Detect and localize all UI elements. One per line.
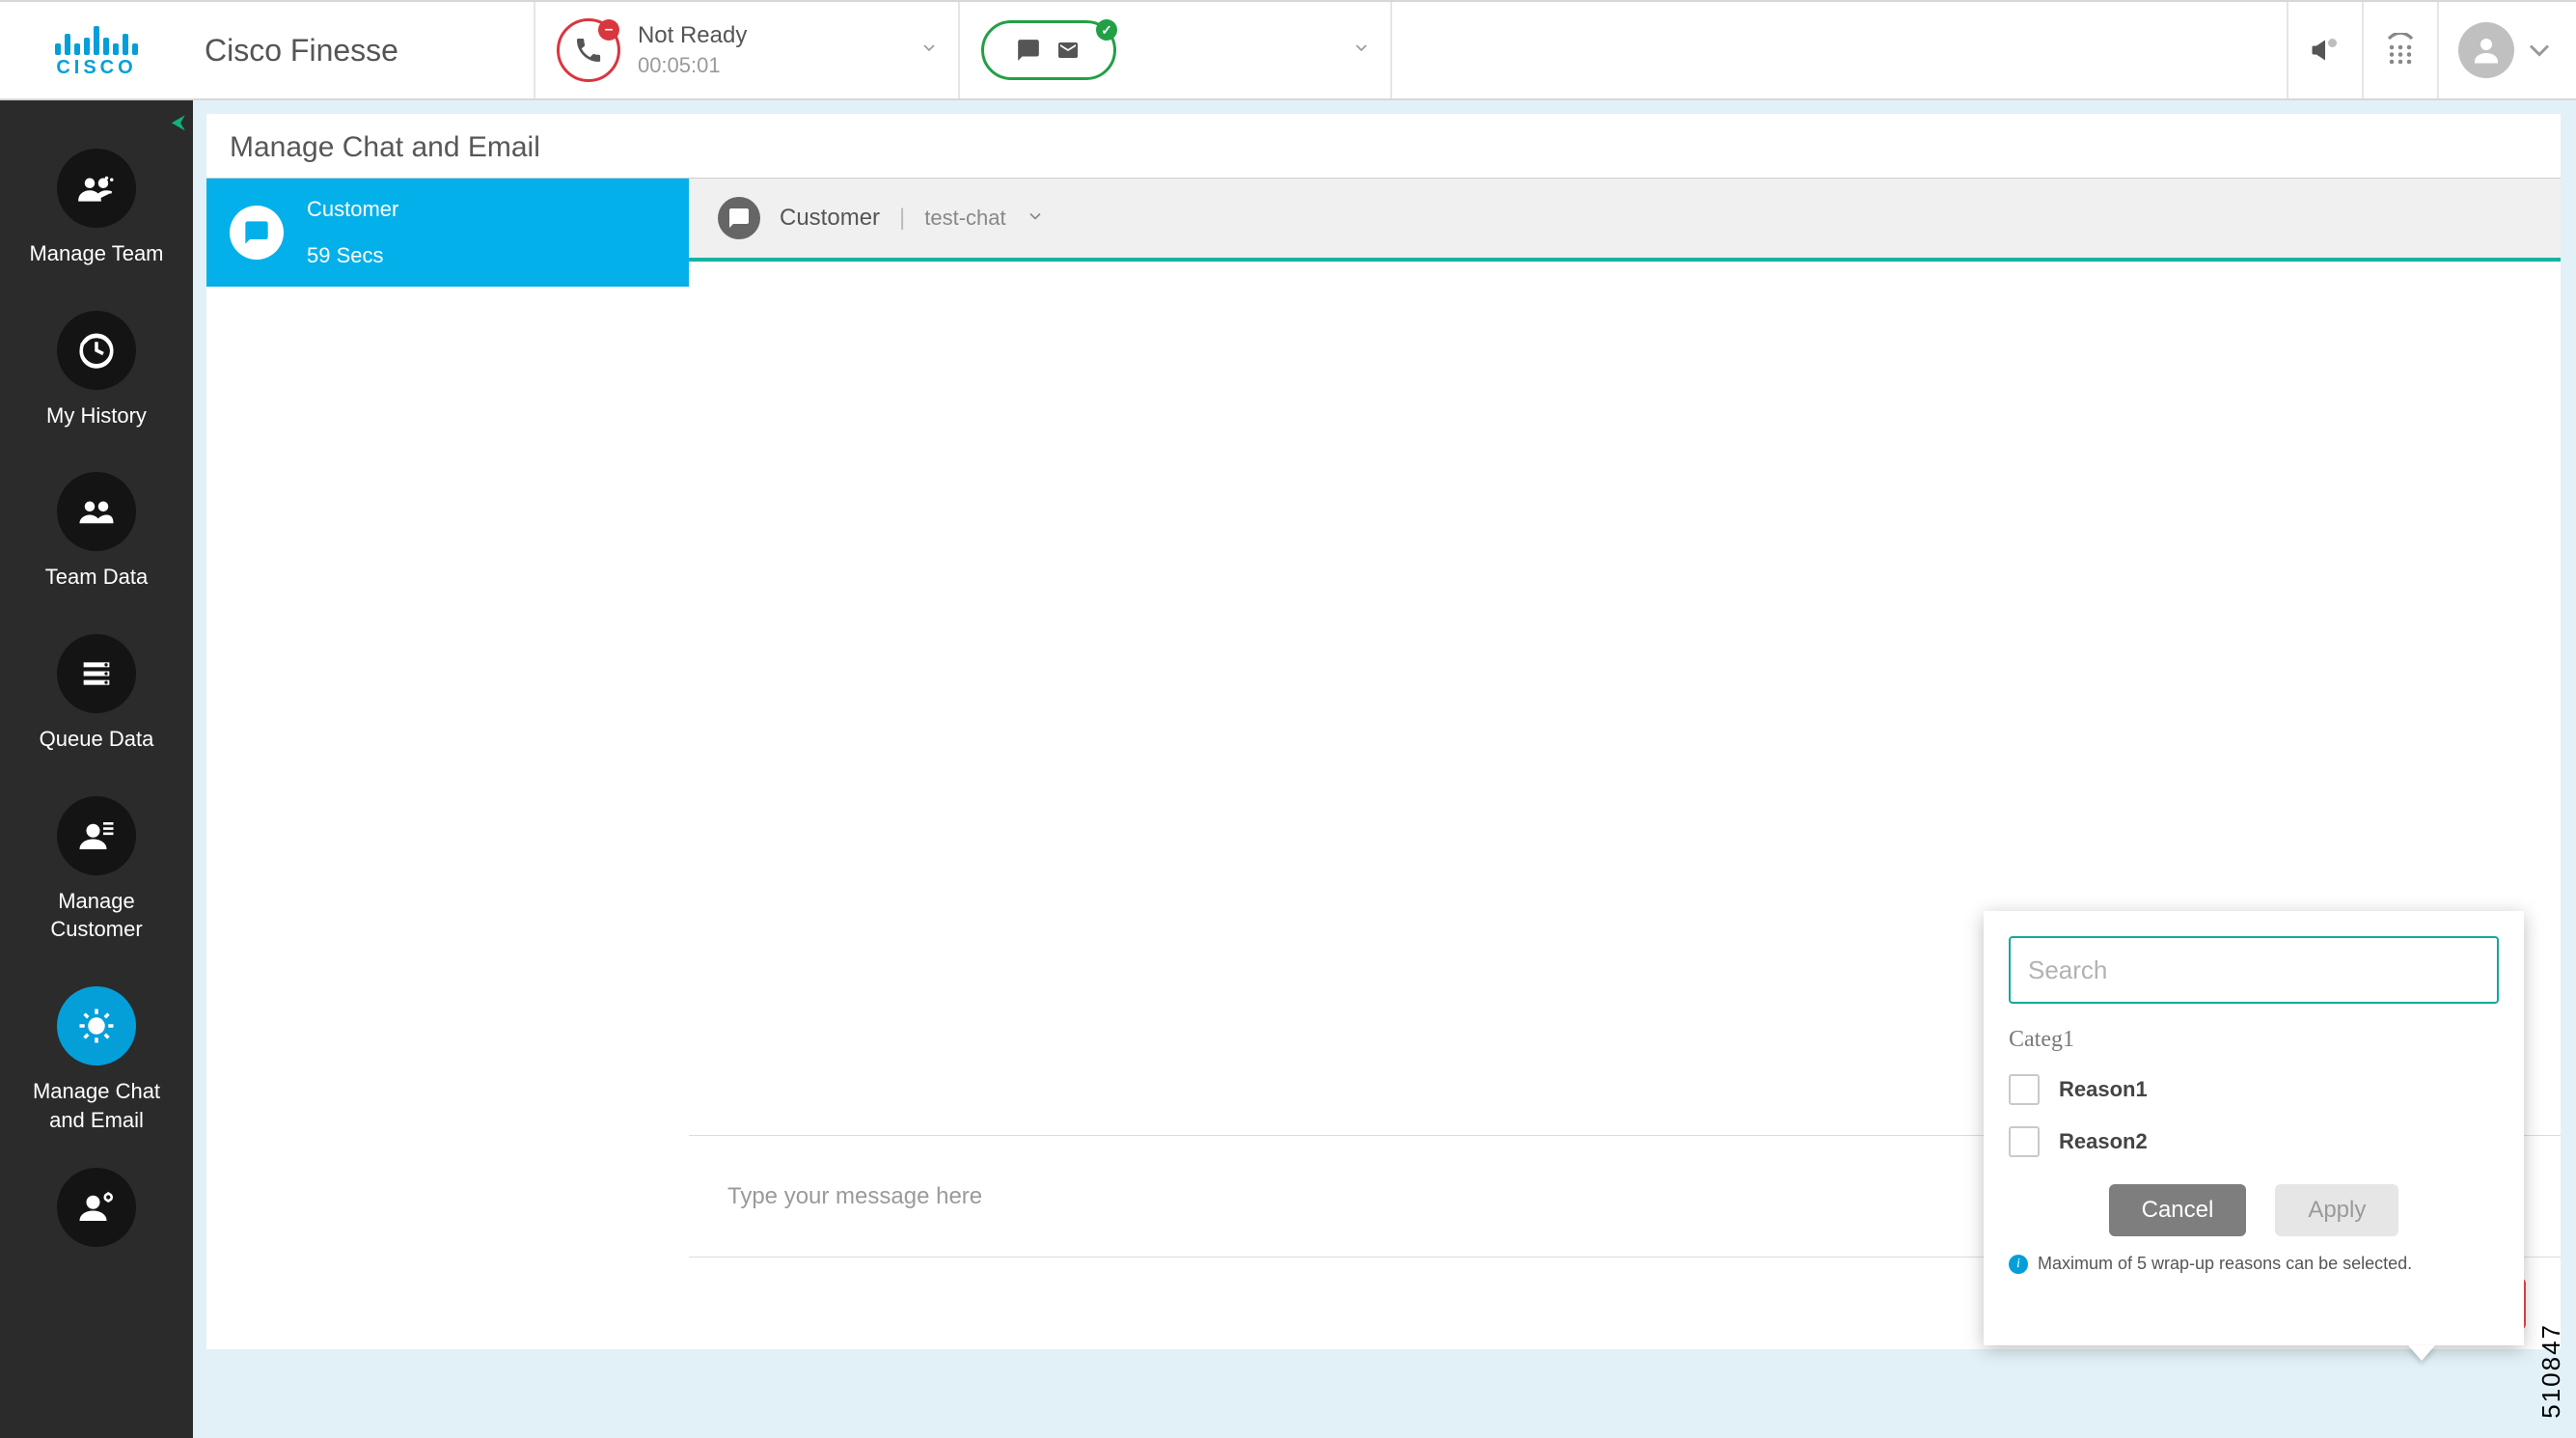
image-id: 510847 [2536,1323,2566,1419]
sidebar-item-label: Manage Team [29,239,163,268]
checkbox[interactable] [2009,1126,2040,1157]
sidebar-item-manage-team[interactable]: Manage Team [0,149,193,268]
cisco-bars-icon [55,22,138,55]
wrap-up-reason-row[interactable]: Reason2 [2009,1126,2499,1157]
sidebar-item-manage-customer[interactable]: Manage Customer [0,796,193,944]
sidebar-item-manage-chat-email[interactable]: Manage Chat and Email [0,986,193,1134]
sidebar-item-queue-data[interactable]: Queue Data [0,634,193,754]
conversation-item[interactable]: Customer 59 Secs [206,179,689,287]
chat-customer-name: Customer [780,205,880,232]
top-bar: CISCO Cisco Finesse – Not Ready 00:05:01… [0,0,2576,100]
status-label: Not Ready [638,22,747,49]
wrap-up-category: Categ1 [2009,1027,2499,1053]
user-menu[interactable] [2437,2,2576,98]
chat-sub: test-chat [924,206,1005,231]
sidebar-item-label: Manage Chat and Email [33,1077,160,1134]
avatar-icon [2458,22,2514,78]
reason-label: Reason2 [2059,1129,2148,1154]
sidebar-item-label: Team Data [45,563,148,592]
pin-icon[interactable]: ⮜ [172,112,185,134]
logo-text: CISCO [56,57,136,79]
chat-bubble-icon [718,197,760,239]
logo: CISCO [0,2,193,98]
chat-email-ready-icon: ✓ [981,20,1116,80]
status-timer: 00:05:01 [638,53,747,78]
sidebar-item-team-data[interactable]: Team Data [0,472,193,592]
check-badge-icon: ✓ [1096,19,1117,41]
chat-header: Customer | test-chat [689,179,2561,262]
sidebar: ⮜ Manage Team My History Team Data Queue… [0,100,193,1438]
wrap-up-cancel-button[interactable]: Cancel [2109,1184,2247,1236]
wrap-up-search-input[interactable] [2009,936,2499,1004]
compose-placeholder: Type your message here [727,1183,982,1210]
phone-not-ready-icon: – [557,18,620,82]
conversation-list: Customer 59 Secs [206,179,689,1349]
page-title: Manage Chat and Email [206,114,2561,178]
conversation-name: Customer [307,197,398,222]
voice-status-panel[interactable]: – Not Ready 00:05:01 [534,2,958,98]
app-title: Cisco Finesse [205,33,398,69]
announcement-button[interactable] [2287,2,2362,98]
chevron-down-icon[interactable] [1026,207,1045,231]
reason-label: Reason1 [2059,1077,2148,1102]
wrap-up-apply-button[interactable]: Apply [2275,1184,2398,1236]
sidebar-item-my-history[interactable]: My History [0,311,193,430]
wrap-up-popup: Categ1 Reason1 Reason2 Cancel Apply i Ma… [1984,911,2524,1345]
wrap-up-reason-row[interactable]: Reason1 [2009,1074,2499,1105]
separator: | [899,205,905,232]
sidebar-item-label: Manage Customer [50,887,142,944]
chat-bubble-icon [230,206,284,260]
chat-email-status-panel[interactable]: ✓ [958,2,1390,98]
sidebar-item-label: My History [46,401,147,430]
wrap-up-note: i Maximum of 5 wrap-up reasons can be se… [2009,1254,2499,1274]
dialpad-button[interactable] [2362,2,2437,98]
info-icon: i [2009,1255,2028,1274]
note-text: Maximum of 5 wrap-up reasons can be sele… [2038,1254,2412,1274]
header-empty-panel [1390,2,2287,98]
chevron-down-icon[interactable] [919,39,939,63]
topbar-right [2287,2,2576,98]
minus-badge-icon: – [598,19,619,41]
sidebar-item-label: Queue Data [40,725,154,754]
conversation-timer: 59 Secs [307,243,398,268]
sidebar-item-extra[interactable] [0,1168,193,1247]
checkbox[interactable] [2009,1074,2040,1105]
workspace: Manage Chat and Email Customer 59 Secs [193,100,2576,1438]
chevron-down-icon[interactable] [1352,39,1371,63]
